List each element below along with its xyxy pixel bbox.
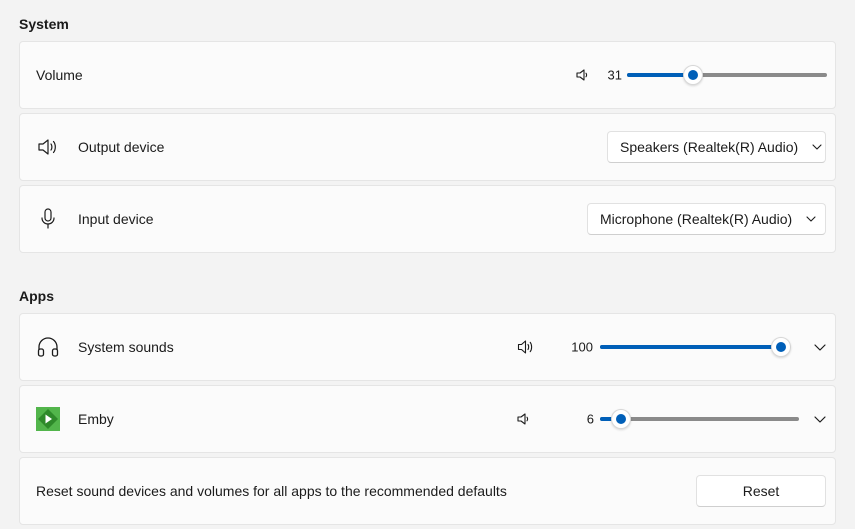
speaker-loud-icon[interactable] — [517, 338, 535, 356]
volume-label: Volume — [36, 67, 83, 83]
emby-app-icon — [36, 407, 60, 431]
chevron-down-icon — [812, 144, 822, 150]
app-volume-slider[interactable] — [600, 337, 791, 357]
app-volume-value: 100 — [571, 339, 593, 355]
reset-button[interactable]: Reset — [696, 475, 826, 507]
reset-card: Reset sound devices and volumes for all … — [19, 457, 836, 525]
output-device-card: Output device Speakers (Realtek(R) Audio… — [19, 113, 836, 181]
speaker-loud-icon — [36, 135, 60, 159]
expand-chevron-icon[interactable] — [810, 337, 830, 357]
app-volume-slider-thumb[interactable] — [771, 337, 791, 357]
speaker-icon[interactable] — [574, 66, 592, 84]
volume-slider-thumb[interactable] — [682, 65, 703, 85]
app-row-system-sounds: System sounds 100 — [19, 313, 836, 381]
speaker-icon[interactable] — [515, 410, 533, 428]
reset-description: Reset sound devices and volumes for all … — [36, 483, 507, 499]
output-device-label: Output device — [78, 139, 165, 155]
input-device-card: Input device Microphone (Realtek(R) Audi… — [19, 185, 836, 253]
apps-section-title: Apps — [19, 288, 54, 304]
app-label: System sounds — [78, 339, 174, 355]
expand-chevron-icon[interactable] — [810, 409, 830, 429]
microphone-icon — [36, 207, 60, 231]
app-row-emby: Emby 6 — [19, 385, 836, 453]
app-label: Emby — [78, 411, 114, 427]
input-device-selected: Microphone (Realtek(R) Audio) — [600, 211, 793, 227]
volume-slider[interactable] — [627, 65, 827, 85]
volume-value: 31 — [607, 67, 622, 83]
system-section-title: System — [19, 16, 69, 32]
volume-card: Volume 31 — [19, 41, 836, 109]
app-volume-slider-thumb[interactable] — [610, 409, 631, 429]
chevron-down-icon — [806, 216, 816, 222]
input-device-dropdown[interactable]: Microphone (Realtek(R) Audio) — [587, 203, 826, 235]
output-device-dropdown[interactable]: Speakers (Realtek(R) Audio) — [607, 131, 826, 163]
output-device-selected: Speakers (Realtek(R) Audio) — [620, 139, 799, 155]
app-volume-slider[interactable] — [600, 409, 799, 429]
headphones-icon — [36, 335, 60, 359]
app-volume-value: 6 — [586, 411, 594, 427]
input-device-label: Input device — [78, 211, 154, 227]
